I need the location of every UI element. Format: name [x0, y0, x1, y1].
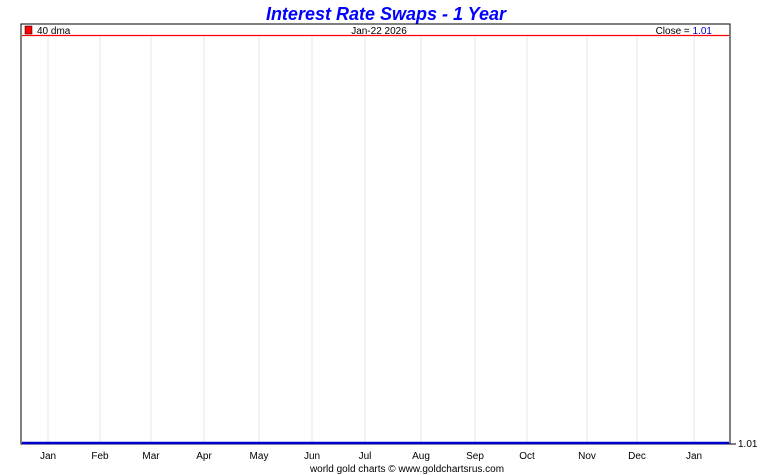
x-tick-label: May [250, 451, 269, 462]
x-tick-label: Apr [196, 451, 212, 462]
legend-swatch [24, 25, 33, 35]
x-tick-label: Nov [578, 451, 596, 462]
x-tick-label: Oct [519, 451, 535, 462]
x-tick-label: Aug [412, 451, 430, 462]
chart-title: Interest Rate Swaps - 1 Year [266, 4, 507, 24]
footer-credit: world gold charts © www.goldchartsrus.co… [309, 464, 504, 475]
x-tick-label: Sep [466, 451, 484, 462]
x-axis: Jan Feb Mar Apr May Jun Jul Aug Sep Oct Nov Dec Jan [40, 451, 702, 462]
x-tick-label: Dec [628, 451, 646, 462]
chart: Interest Rate Swaps - 1 Year 40 dma Jan-… [20, 4, 758, 475]
x-tick-label: Mar [142, 451, 160, 462]
x-tick-label: Jun [304, 451, 320, 462]
plot-frame [20, 23, 731, 445]
grid [47, 36, 695, 443]
x-tick-label: Jan [686, 451, 702, 462]
x-tick-label: Jan [40, 451, 56, 462]
x-tick-label: Feb [91, 451, 109, 462]
x-tick-label: Jul [359, 451, 372, 462]
y-tick-label: 1.01 [738, 439, 758, 450]
